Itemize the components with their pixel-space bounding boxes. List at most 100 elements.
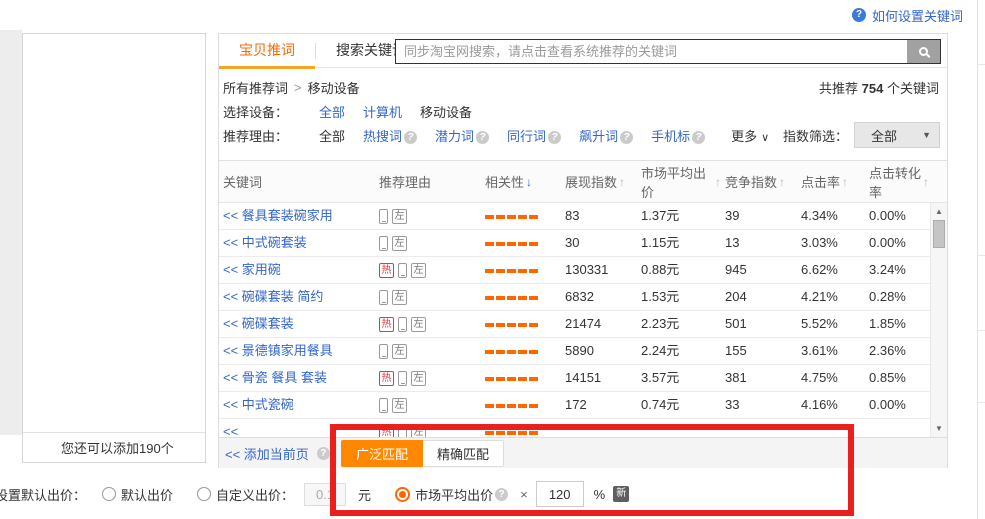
search-icon (919, 47, 928, 56)
filter-area: 所有推荐词 > 移动设备 共推荐 754 个关键词 选择设备： 全部计算机移动设… (219, 68, 947, 161)
reason-option[interactable]: 飙升词? (579, 126, 633, 145)
reason-help-icon[interactable]: ? (692, 131, 705, 144)
sort-up-icon[interactable]: ↑ (842, 175, 848, 189)
keyword-search-box (395, 39, 941, 64)
keyword-search-input[interactable] (396, 40, 907, 63)
column-header-5[interactable]: 竞争指数↑ (721, 172, 797, 191)
exact-match-button[interactable]: 精确匹配 (423, 440, 504, 467)
impressions-cell: 130331 (561, 257, 637, 283)
column-header-4[interactable]: 市场平均出价↑ (637, 163, 721, 201)
radio-circle-icon (102, 487, 116, 501)
add-page-help-icon[interactable]: ? (317, 447, 330, 460)
avg_price-cell: 1.15元 (637, 230, 721, 256)
zuo-badge-icon: 左 (411, 371, 426, 386)
column-header-7[interactable]: 点击转化率↑ (865, 163, 929, 201)
column-label: 展现指数 (565, 172, 617, 191)
column-header-6[interactable]: 点击率↑ (797, 172, 865, 191)
scroll-up-icon[interactable]: ▲ (931, 207, 947, 216)
column-header-2[interactable]: 相关性↓ (481, 172, 561, 191)
custom-bid-input[interactable] (304, 483, 346, 506)
keyword-add-link[interactable]: << (223, 424, 238, 437)
radio-default-bid[interactable]: 默认出价 (102, 485, 173, 504)
radio-custom-bid[interactable]: 自定义出价： (197, 485, 294, 504)
reason-help-icon[interactable]: ? (620, 131, 633, 144)
zuo-badge-icon: 左 (411, 263, 426, 278)
reason-help-icon[interactable]: ? (476, 131, 489, 144)
column-label: 相关性 (485, 172, 524, 191)
multiply-sign: × (520, 487, 528, 502)
competition-cell: 33 (721, 392, 797, 418)
breadcrumb-root[interactable]: 所有推荐词 (223, 78, 288, 97)
cvr-cell (865, 419, 929, 437)
competition-cell: 39 (721, 203, 797, 229)
keyword-add-link[interactable]: << 家用碗 (223, 262, 281, 277)
table-row: << 中式碗套装左301.15元133.03%0.00% (219, 230, 947, 257)
column-label: 点击率 (801, 172, 840, 191)
more-filters-button[interactable]: 更多∨ (731, 126, 769, 145)
keyword-add-link[interactable]: << 碗碟套装 (223, 316, 294, 331)
impressions-cell: 30 (561, 230, 637, 256)
relevance-bars (485, 377, 540, 381)
device-option[interactable]: 全部 (319, 102, 345, 121)
reason-options: 全部热搜词?潜力词?同行词?飙升词?手机标? (319, 126, 723, 145)
how-to-set-keywords-link[interactable]: ? 如何设置关键词 (852, 6, 963, 24)
radio-custom-label: 自定义出价： (216, 485, 294, 504)
tab-bar: 宝贝推词 搜索关键词 (219, 34, 947, 68)
keyword-add-link[interactable]: << 碗碟套装 简约 (223, 289, 323, 304)
broad-match-button[interactable]: 广泛匹配 (341, 440, 423, 467)
mobile-badge-icon (398, 263, 407, 278)
zuo-badge-icon: 左 (392, 344, 407, 359)
zuo-badge-icon: 左 (392, 236, 407, 251)
cvr-cell: 1.85% (865, 311, 929, 337)
reason-help-icon[interactable]: ? (404, 131, 417, 144)
index-filter-dropdown[interactable]: 全部 ▼ (854, 122, 940, 148)
zuo-badge-icon: 左 (411, 317, 426, 332)
reason-filter-label: 推荐理由： (223, 126, 319, 145)
reason-option[interactable]: 潜力词? (435, 126, 489, 145)
cvr-cell: 0.00% (865, 203, 929, 229)
search-button[interactable] (907, 40, 940, 63)
sort-up-icon[interactable]: ↑ (923, 175, 929, 189)
bid-bar-label: 设置默认出价： (0, 485, 86, 504)
keyword-add-link[interactable]: << 骨瓷 餐具 套装 (223, 370, 327, 385)
remaining-quota-text: 您还可以添加190个 (61, 438, 174, 457)
keyword-add-link[interactable]: << 景德镇家用餐具 (223, 343, 333, 358)
chevron-down-icon: ∨ (761, 132, 769, 144)
column-header-3[interactable]: 展现指数↑ (561, 172, 637, 191)
percent-input[interactable] (536, 481, 584, 507)
device-option[interactable]: 计算机 (363, 102, 402, 121)
reason-option[interactable]: 同行词? (507, 126, 561, 145)
radio-market-price[interactable]: 市场平均出价 (395, 485, 493, 504)
keyword-add-link[interactable]: << 中式瓷碗 (223, 397, 294, 412)
reason-cell: 左 (375, 203, 481, 229)
relevance-bars (485, 242, 540, 246)
table-row: << 中式瓷碗左1720.74元334.16%0.00% (219, 392, 947, 419)
market-price-help-icon[interactable]: ? (495, 488, 508, 501)
reason-option[interactable]: 手机标? (651, 126, 705, 145)
keyword-cell: << 碗碟套装 简约 (219, 284, 375, 310)
reason-option[interactable]: 热搜词? (363, 126, 417, 145)
mobile-badge-icon (379, 398, 388, 413)
column-label: 点击转化率 (869, 163, 921, 201)
page-left-strip (0, 30, 22, 435)
index-filter-label: 指数筛选： (783, 126, 848, 145)
sort-up-icon[interactable]: ↑ (779, 175, 785, 189)
table-row: << 碗碟套装 简约左68321.53元2044.21%0.28% (219, 284, 947, 311)
edge-line (977, 330, 985, 331)
add-current-page-link[interactable]: << 添加当前页 (225, 444, 309, 463)
ctr-cell: 4.75% (797, 365, 865, 391)
reason-cell: 热左 (375, 311, 481, 337)
keyword-add-link[interactable]: << 餐具套装碗家用 (223, 208, 333, 223)
scrollbar-thumb[interactable] (933, 220, 945, 248)
sort-down-icon[interactable]: ↓ (526, 175, 532, 189)
scroll-down-icon[interactable]: ▼ (931, 424, 947, 433)
tab-product-keywords[interactable]: 宝贝推词 (219, 34, 315, 68)
column-label: 推荐理由 (379, 172, 431, 191)
reason-help-icon[interactable]: ? (548, 131, 561, 144)
keyword-cell: << 碗碟套装 (219, 311, 375, 337)
keyword-add-link[interactable]: << 中式碗套装 (223, 235, 307, 250)
competition-cell: 13 (721, 230, 797, 256)
sort-up-icon[interactable]: ↑ (619, 175, 625, 189)
table-scrollbar[interactable]: ▲ ▼ (930, 203, 947, 437)
reason-cell: 热左 (375, 257, 481, 283)
